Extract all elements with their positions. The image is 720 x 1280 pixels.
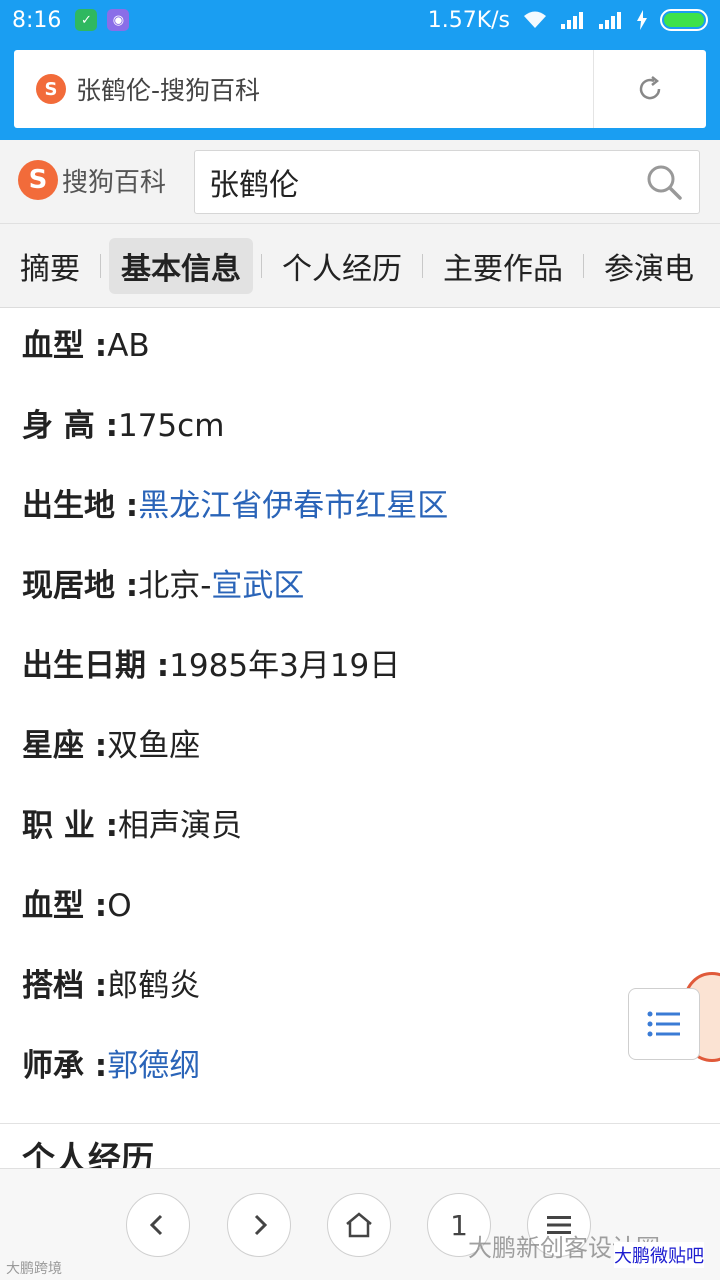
forward-icon [254, 1214, 268, 1236]
section-tabs: 摘要 基本信息 个人经历 主要作品 参演电 [0, 224, 720, 308]
info-label: 血型 : [22, 888, 108, 924]
info-value: 双鱼座 [107, 728, 201, 764]
district-link[interactable]: 宣武区 [211, 568, 304, 604]
info-row-blood-type: 血型 :AB [22, 326, 150, 366]
info-value: 相声演员 [117, 808, 242, 844]
search-button[interactable] [629, 151, 699, 213]
browser-toolbar: S 张鹤伦-搜狗百科 [0, 40, 720, 140]
back-button[interactable] [126, 1193, 190, 1257]
birthplace-link[interactable]: 黑龙江省伊春市红星区 [138, 488, 448, 524]
sogou-favicon-icon: S [36, 74, 66, 104]
info-label: 师承 : [22, 1048, 108, 1084]
back-icon [149, 1214, 163, 1236]
section-heading: 个人经历 [22, 1139, 154, 1168]
forward-button[interactable] [227, 1193, 291, 1257]
battery-icon [660, 9, 708, 31]
site-header: S 搜狗百科 张鹤伦 [0, 140, 720, 224]
reload-icon [639, 76, 661, 100]
section-divider [0, 1123, 720, 1124]
tab-basic-info[interactable]: 基本信息 [109, 237, 253, 294]
tab-personal-history[interactable]: 个人经历 [270, 238, 414, 294]
info-row-birthdate: 出生日期 :1985年3月19日 [22, 646, 400, 686]
info-label: 职 业 : [22, 808, 118, 844]
info-row-height: 身 高 :175cm [22, 406, 224, 446]
info-value: 1985年3月19日 [169, 648, 401, 684]
tab-filmography[interactable]: 参演电 [592, 238, 706, 294]
list-icon [647, 1011, 680, 1037]
status-bar: 8:16 ✓ ◉ 1.57K/s [0, 0, 720, 40]
info-label: 现居地 : [22, 568, 139, 604]
signal-icon [561, 12, 583, 29]
info-row-blood-type-2: 血型 :O [22, 886, 132, 926]
home-button[interactable] [327, 1193, 391, 1257]
status-right: 1.57K/s [428, 8, 708, 33]
tab-major-works[interactable]: 主要作品 [431, 238, 575, 294]
charging-icon [637, 10, 647, 30]
tab-separator [100, 253, 101, 278]
network-speed: 1.57K/s [427, 7, 510, 33]
info-label: 搭档 : [22, 968, 108, 1004]
info-row-zodiac: 星座 :双鱼座 [22, 726, 200, 766]
info-row-birthplace: 出生地 :黑龙江省伊春市红星区 [22, 486, 448, 526]
info-row-occupation: 职 业 :相声演员 [22, 806, 242, 846]
info-value: O [107, 888, 132, 924]
logo-text: 搜狗百科 [62, 167, 167, 198]
info-value: AB [107, 328, 150, 364]
bottom-navigation: 1 [0, 1168, 720, 1280]
tab-separator [583, 253, 584, 278]
info-row-partner: 搭档 :郎鹤炎 [22, 966, 200, 1006]
info-row-residence: 现居地 :北京-宣武区 [22, 566, 304, 606]
info-value: 175cm [117, 408, 225, 444]
page-title[interactable]: 张鹤伦-搜狗百科 [76, 71, 593, 107]
address-bar[interactable]: S 张鹤伦-搜狗百科 [14, 50, 706, 128]
reload-button[interactable] [594, 50, 706, 128]
shield-icon: ✓ [75, 9, 98, 31]
tab-count: 1 [450, 1208, 468, 1242]
info-label: 血型 : [22, 328, 108, 364]
status-time: 8:16 [12, 7, 62, 33]
app-icon: ◉ [107, 9, 130, 31]
sogou-logo-icon: S [18, 160, 58, 200]
watermark-right: 大鹏微贴吧 [614, 1242, 704, 1268]
info-row-mentor: 师承 :郭德纲 [22, 1046, 200, 1086]
toc-button[interactable] [628, 988, 700, 1060]
search-input[interactable]: 张鹤伦 [209, 160, 629, 204]
info-label: 身 高 : [22, 408, 118, 444]
wifi-icon [524, 11, 546, 28]
info-label: 出生日期 : [22, 648, 170, 684]
basic-info-list: 血型 :AB 身 高 :175cm 出生地 :黑龙江省伊春市红星区 现居地 :北… [0, 308, 720, 1168]
info-value: 北京- [138, 568, 212, 604]
tab-separator [422, 253, 423, 278]
search-box[interactable]: 张鹤伦 [194, 150, 700, 214]
signal-icon [599, 12, 621, 29]
tab-separator [261, 253, 262, 278]
home-icon [346, 1212, 372, 1238]
info-value: 郎鹤炎 [107, 968, 201, 1004]
sogou-baike-logo[interactable]: S 搜狗百科 [18, 160, 166, 200]
search-icon [647, 165, 682, 200]
info-label: 星座 : [22, 728, 108, 764]
watermark-left: 大鹏跨境 [6, 1261, 62, 1277]
info-label: 出生地 : [22, 488, 139, 524]
mentor-link[interactable]: 郭德纲 [107, 1048, 200, 1084]
tab-summary[interactable]: 摘要 [8, 238, 92, 294]
